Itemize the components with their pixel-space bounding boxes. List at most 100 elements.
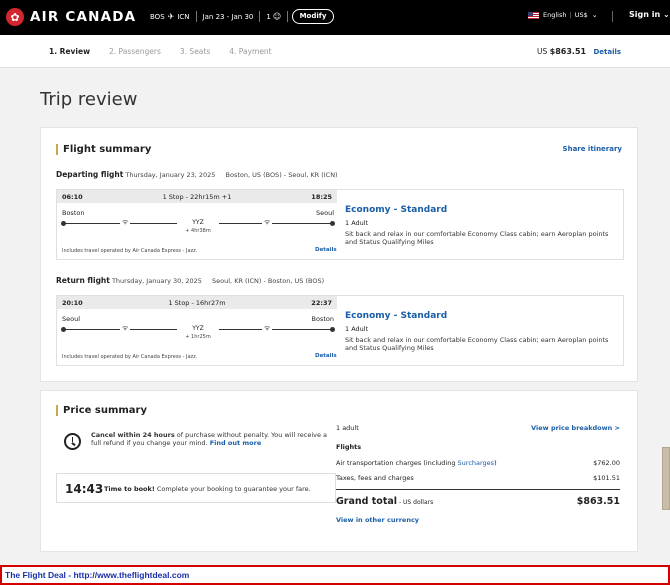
- top-navigation-bar: ✿ AIR CANADA BOS ✈ ICN Jan 23 - Jan 30 1…: [0, 0, 670, 35]
- destination-dot: [330, 221, 335, 226]
- destination-city: Seoul: [315, 209, 334, 217]
- step-review[interactable]: 1. Review: [49, 47, 90, 56]
- flight-summary-card: Flight summary Share itinerary Departing…: [40, 127, 638, 382]
- feedback-side-tab[interactable]: [662, 447, 670, 510]
- taxes-value: $101.51: [593, 474, 620, 482]
- language-currency-selector[interactable]: English | US$ ⌄: [528, 11, 598, 19]
- origin-dot: [61, 221, 66, 226]
- booking-timer-box: 14:43 Time to book! Complete your bookin…: [56, 473, 336, 503]
- origin-dot: [61, 327, 66, 332]
- adult-label: 1 adult: [336, 424, 359, 432]
- sign-in-button[interactable]: Sign in ⌄: [629, 10, 670, 19]
- brand-name: AIR CANADA: [30, 9, 137, 25]
- cabin-fare-link[interactable]: Economy - Standard: [345, 311, 447, 321]
- flights-heading: Flights: [336, 443, 362, 451]
- departing-flight-heading: Departing flight Thursday, January 23, 2…: [56, 170, 338, 179]
- departing-flight-box: 06:10 1 Stop - 22hr15m +1 18:25 Boston S…: [56, 189, 624, 260]
- view-price-breakdown-link[interactable]: View price breakdown >: [531, 424, 620, 432]
- passenger-count: 1: [266, 12, 271, 21]
- share-itinerary-link[interactable]: Share itinerary: [563, 145, 622, 153]
- return-date: Thursday, January 30, 2025: [111, 277, 202, 285]
- air-charges-row: Air transportation charges (including Su…: [336, 459, 620, 467]
- departing-route: Boston, US (BOS) - Seoul, KR (ICN): [225, 171, 338, 179]
- language-label: English: [543, 11, 567, 19]
- divider: [336, 489, 620, 490]
- return-flight-heading: Return flight Thursday, January 30, 2025…: [56, 276, 324, 285]
- plane-icon: ✈: [167, 12, 175, 21]
- cabin-description: Sit back and relax in our comfortable Ec…: [345, 336, 609, 352]
- timer-rest: Complete your booking to guarantee your …: [154, 485, 311, 493]
- passenger-icon: ☺: [272, 12, 282, 21]
- adult-row: 1 adult View price breakdown >: [336, 424, 620, 432]
- grand-total-currency: - US dollars: [397, 499, 434, 506]
- find-out-more-link[interactable]: Find out more: [210, 439, 262, 447]
- cabin-description: Sit back and relax in our comfortable Ec…: [345, 230, 609, 246]
- destination-dot: [330, 327, 335, 332]
- divider: [287, 11, 289, 22]
- taxes-label: Taxes, fees and charges: [336, 474, 414, 482]
- wifi-icon: ᯤ: [262, 324, 273, 333]
- air-canada-logo[interactable]: ✿ AIR CANADA: [6, 8, 136, 26]
- trip-info: BOS ✈ ICN Jan 23 - Jan 30 1 ☺: [150, 11, 294, 22]
- stopover-code: YYZ: [177, 325, 219, 332]
- watermark-text: The Flight Deal - http://www.theflightde…: [5, 570, 190, 580]
- modify-button[interactable]: Modify: [292, 9, 334, 24]
- passenger-type: 1 Adult: [345, 325, 369, 333]
- timer-bold: Time to book!: [104, 485, 155, 493]
- view-other-currency-link[interactable]: View in other currency: [336, 516, 419, 524]
- cancellation-text: Cancel within 24 hours of purchase witho…: [91, 431, 331, 447]
- air-charges-value: $762.00: [593, 459, 620, 467]
- origin-code: BOS: [150, 12, 165, 21]
- arrival-time: 18:25: [311, 193, 332, 201]
- currency-label: US$: [574, 11, 588, 19]
- wifi-icon: ᯤ: [120, 324, 131, 333]
- destination-city: Boston: [311, 315, 334, 323]
- layover-duration: + 1hr25m: [185, 334, 211, 340]
- price-summary-title: Price summary: [56, 405, 147, 416]
- booking-steps-bar: 1. Review 2. Passengers 3. Seats 4. Paym…: [0, 35, 670, 68]
- wifi-icon: ᯤ: [120, 218, 131, 227]
- watermark-banner: The Flight Deal - http://www.theflightde…: [0, 565, 670, 585]
- clock-icon: [64, 433, 81, 450]
- total-price-summary: US $863.51 Details: [537, 47, 621, 56]
- grand-total-value: $863.51: [576, 496, 620, 507]
- divider: [195, 11, 197, 22]
- stops-duration: 1 Stop - 16hr27m: [168, 299, 226, 307]
- divider: [612, 11, 613, 22]
- departing-label: Departing flight: [56, 170, 124, 179]
- page-title: Trip review: [40, 89, 138, 110]
- air-charges-label: Air transportation charges (including: [336, 459, 458, 467]
- divider: [259, 11, 261, 22]
- return-route: Seoul, KR (ICN) - Boston, US (BOS): [212, 277, 325, 285]
- departing-date: Thursday, January 23, 2025: [125, 171, 216, 179]
- step-seats: 3. Seats: [179, 47, 211, 56]
- total-amount: $863.51: [549, 47, 587, 56]
- grand-total-label: Grand total: [336, 496, 398, 507]
- flight-details-link[interactable]: Details: [315, 353, 337, 359]
- us-flag-icon: [528, 11, 539, 19]
- layover-duration: + 4hr38m: [185, 228, 211, 234]
- chevron-down-icon: ⌄: [662, 10, 670, 19]
- cancel-bold: Cancel within 24 hours: [91, 431, 175, 439]
- price-summary-card: Price summary Cancel within 24 hours of …: [40, 390, 638, 552]
- return-flight-box: 20:10 1 Stop - 16hr27m 22:37 Seoul Bosto…: [56, 295, 624, 366]
- operated-by-note: Includes travel operated by Air Canada E…: [62, 354, 198, 360]
- wifi-icon: ᯤ: [262, 218, 273, 227]
- flight-details-link[interactable]: Details: [315, 247, 337, 253]
- cabin-fare-link[interactable]: Economy - Standard: [345, 205, 447, 215]
- countdown-timer: 14:43: [65, 482, 104, 496]
- trip-dates: Jan 23 - Jan 30: [202, 12, 254, 21]
- passenger-type: 1 Adult: [345, 219, 369, 227]
- sign-in-label: Sign in: [629, 10, 661, 19]
- currency-prefix: US: [537, 47, 548, 56]
- origin-city: Boston: [62, 209, 85, 217]
- operated-by-note: Includes travel operated by Air Canada E…: [62, 248, 198, 254]
- return-times-row: 20:10 1 Stop - 16hr27m 22:37: [57, 296, 337, 309]
- surcharges-link[interactable]: Surcharges: [458, 459, 495, 467]
- flight-summary-title: Flight summary: [56, 144, 151, 155]
- stops-duration: 1 Stop - 22hr15m +1: [162, 193, 232, 201]
- grand-total-row: Grand total - US dollars $863.51: [336, 496, 620, 507]
- booking-steps: 1. Review 2. Passengers 3. Seats 4. Paym…: [49, 47, 291, 56]
- return-label: Return flight: [56, 276, 110, 285]
- price-details-link[interactable]: Details: [593, 48, 621, 56]
